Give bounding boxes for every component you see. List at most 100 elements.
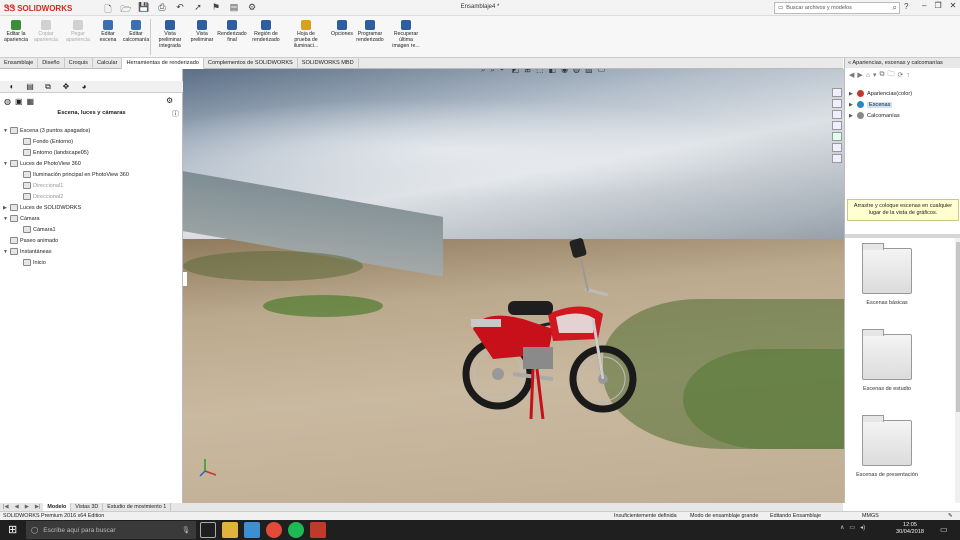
scene-folder[interactable]: Escenas de estudio [847, 329, 927, 392]
design-library-icon[interactable] [832, 99, 842, 108]
collapse-chevron-icon[interactable]: « [848, 60, 851, 66]
scene-tree-item[interactable]: ▶ Luces de SOLIDWORKS [3, 204, 81, 211]
scene-settings-icon[interactable]: ⚙ [166, 96, 173, 105]
resources-icon[interactable] [832, 154, 842, 163]
expand-toggle-icon[interactable]: ▼ [3, 216, 8, 222]
view-orientation-icon[interactable]: ⬚ [536, 69, 544, 75]
ribbon-button[interactable]: Hoja de prueba de iluminaci... [290, 20, 322, 49]
configuration-manager-icon[interactable]: ⧉ [42, 82, 54, 92]
dimxpert-icon[interactable]: ✥ [60, 82, 72, 91]
scene-folder[interactable]: Escenas básicas [847, 243, 927, 306]
tab-2[interactable]: Croquis [65, 58, 93, 69]
panel-collapse-handle[interactable] [183, 272, 187, 286]
scene-tree-item[interactable]: Fondo (Entorno) [23, 138, 73, 145]
appearances-tree-item[interactable]: ▶ Apariencias(color) [849, 90, 912, 97]
view-palette-icon[interactable] [832, 121, 842, 130]
scene-tree-item[interactable]: Entorno (landscape05) [23, 149, 89, 156]
store-app-icon[interactable] [244, 522, 260, 538]
taskbar-search[interactable]: ◯ Escribe aquí para buscar 🎙 [26, 521, 196, 539]
scene-tree-item[interactable]: ▼ Escena (3 puntos apagados) [3, 127, 90, 134]
ribbon-button[interactable]: Copiar apariencia [32, 20, 60, 43]
tab-3[interactable]: Calcular [93, 58, 123, 69]
solidworks-app-icon[interactable] [310, 522, 326, 538]
appearances-tab-icon[interactable] [832, 132, 842, 141]
ribbon-button[interactable]: Recuperar última imagen re... [390, 20, 422, 49]
scene-view-icon[interactable]: ▦ [27, 97, 35, 106]
ribbon-button[interactable]: Pegar apariencia [64, 20, 92, 43]
expand-toggle-icon[interactable]: ▼ [3, 161, 8, 167]
scene-tree-item[interactable]: ▼ Instantáneas [3, 248, 52, 255]
view-settings-icon[interactable]: ▭ [598, 69, 606, 75]
scene-tree-item[interactable]: Direccional2 [23, 193, 63, 200]
bottom-tab-2[interactable]: Estudio de movimiento 1 [103, 503, 172, 511]
windows-start-icon[interactable]: ⊞ [8, 524, 20, 536]
expand-toggle-icon[interactable]: ▼ [3, 128, 8, 134]
section-view-icon[interactable]: ◩ [512, 69, 520, 75]
ribbon-button[interactable]: Renderizado final [216, 20, 248, 43]
appearance-view-icon[interactable]: ◍ [4, 97, 11, 106]
graphics-area[interactable]: ⌕ ⌕ ↶ ◩ ⊞ ⬚ ◧ ◉ ◍ ▨ ▭ [183, 69, 844, 503]
ribbon-button[interactable]: Editar calcomanía [122, 20, 150, 43]
ribbon-button[interactable]: Editar escena [94, 20, 122, 43]
last-tab-icon[interactable]: ▶| [32, 503, 44, 511]
tab-4[interactable]: Herramientas de renderizado [122, 58, 204, 69]
expand-toggle-icon[interactable]: ▶ [849, 102, 854, 108]
solidworks-logo[interactable]: ᏕᏕ SOLIDWORKS [4, 2, 72, 14]
expand-toggle-icon[interactable]: ▶ [3, 205, 8, 211]
ribbon-button[interactable]: Programar renderizado [354, 20, 386, 43]
appearances-tree-item[interactable]: ▶ Escenas [849, 101, 893, 108]
custom-properties-icon[interactable] [832, 143, 842, 152]
back-arrow-icon[interactable]: ◀ [849, 71, 854, 79]
scene-folder[interactable]: Escenas de presentación [847, 415, 927, 478]
close-icon[interactable]: ✕ [950, 1, 957, 10]
prev-tab-icon[interactable]: ◀ [12, 503, 22, 511]
home-tab-icon[interactable] [832, 88, 842, 97]
display-style-icon[interactable]: ◧ [549, 69, 557, 75]
tab-0[interactable]: Ensamblaje [0, 58, 39, 69]
bottom-tab-1[interactable]: Vistas 3D [71, 503, 104, 511]
expand-toggle-icon[interactable]: ▶ [849, 91, 854, 97]
display-manager-icon[interactable]: ◕ [78, 82, 90, 91]
pane-splitter[interactable] [845, 234, 960, 238]
zoom-to-fit-icon[interactable]: ⌕ [481, 69, 485, 75]
scrollbar-thumb[interactable] [956, 242, 960, 412]
feature-tree-icon[interactable]: ◐ [6, 82, 18, 91]
ribbon-button[interactable]: Región de renderizado [250, 20, 282, 43]
microphone-icon[interactable]: 🎙 [182, 526, 190, 534]
tab-1[interactable]: Diseño [38, 58, 65, 69]
scene-tree-item[interactable]: Inicio [23, 259, 46, 266]
search-icon[interactable]: ⌕ [893, 3, 897, 13]
decal-view-icon[interactable]: ▣ [15, 97, 23, 106]
up-folder-icon[interactable]: ↑ [906, 72, 910, 79]
property-manager-icon[interactable]: ▤ [24, 82, 36, 91]
dynamic-annotation-icon[interactable]: ⊞ [524, 69, 531, 75]
search-files-input[interactable]: ▭ Buscar archivos y modelos ⌕ [774, 2, 900, 14]
action-center-icon[interactable]: ▭ [940, 525, 948, 534]
file-explorer-app-icon[interactable] [222, 522, 238, 538]
home-icon[interactable]: ⌂ [866, 72, 870, 79]
refresh-icon[interactable]: ⟳ [898, 71, 904, 79]
scene-tree-item[interactable]: Cámara1 [23, 226, 56, 233]
bottom-tab-0[interactable]: Modelo [43, 503, 72, 511]
add-location-icon[interactable]: ▾ [873, 71, 877, 79]
add-file-icon[interactable]: ⧉ [880, 71, 885, 79]
scene-tree-item[interactable]: Direccional1 [23, 182, 63, 189]
spotify-app-icon[interactable] [288, 522, 304, 538]
apply-scene-icon[interactable]: ▨ [585, 69, 593, 75]
first-tab-icon[interactable]: |◀ [0, 503, 12, 511]
ribbon-button[interactable]: Vista preliminar [186, 20, 218, 43]
hide-show-items-icon[interactable]: ◉ [561, 69, 568, 75]
tray-expand-icon[interactable]: ∧ [840, 524, 844, 531]
help-menu[interactable]: ? [904, 2, 908, 11]
volume-icon[interactable]: ◂) [860, 524, 865, 531]
forward-arrow-icon[interactable]: ▶ [857, 71, 862, 79]
expand-toggle-icon[interactable]: ▼ [3, 249, 8, 255]
scene-tree-item[interactable]: ▼ Cámara [3, 215, 40, 222]
scene-tree-item[interactable]: Paseo animado [3, 237, 58, 244]
scene-tree-item[interactable]: Iluminación principal en PhotoView 360 [23, 171, 129, 178]
ribbon-button[interactable]: Editar la apariencia [2, 20, 30, 43]
add-folder-icon[interactable]: 🗀 [888, 70, 895, 81]
file-explorer-icon[interactable] [832, 110, 842, 119]
search-scope-icon[interactable]: ▭ [778, 5, 783, 11]
network-icon[interactable]: ▭ [849, 524, 855, 531]
